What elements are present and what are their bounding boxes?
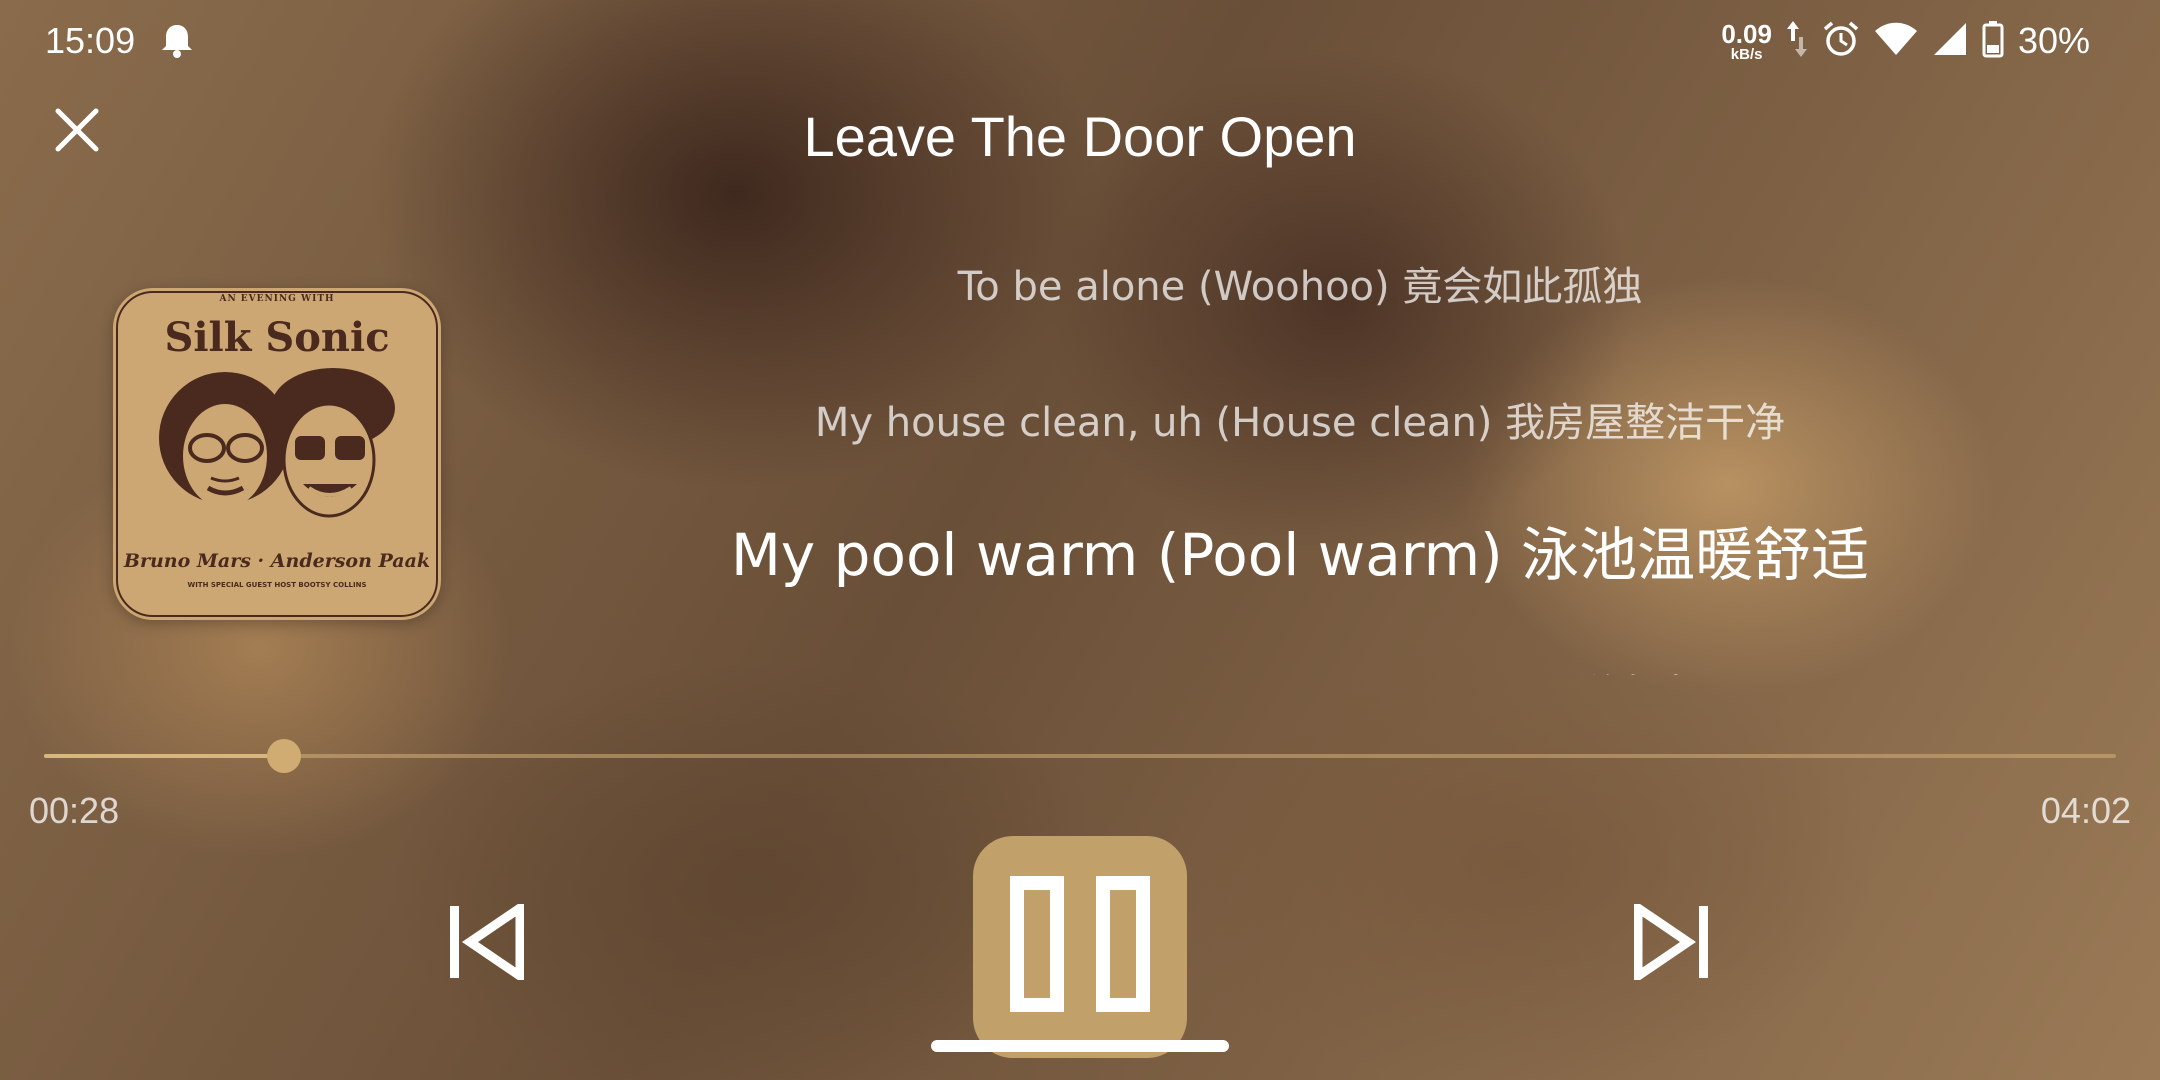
elapsed-time: 00:28: [29, 790, 120, 831]
skip-previous-icon: [450, 899, 525, 985]
pause-icon: [1010, 876, 1150, 1012]
album-art-artists: Bruno Mars · Anderson Paak: [123, 550, 431, 572]
status-time: 15:09: [45, 20, 136, 61]
data-arrows-icon: [1786, 19, 1808, 63]
lyric-line[interactable]: To be alone (Woohoo) 竟会如此孤独: [640, 254, 1960, 312]
previous-button[interactable]: [448, 899, 525, 985]
wifi-icon: [1874, 21, 1918, 61]
network-speed: 0.09 kB/s: [1721, 21, 1772, 62]
skip-next-icon: [1633, 899, 1708, 985]
lyric-line[interactable]: Just shaved, smooth like a baby 刚刚修好胡子: [640, 662, 1960, 675]
progress-thumb[interactable]: [266, 739, 301, 773]
album-art: AN EVENING WITH Silk Sonic Bruno Mars · …: [113, 288, 441, 620]
lyric-line[interactable]: My house clean, uh (House clean) 我房屋整洁干净: [640, 390, 1960, 448]
album-art-subtitle: AN EVENING WITH: [219, 294, 335, 304]
total-time: 04:02: [2040, 790, 2131, 831]
progress-fill: [44, 754, 284, 758]
album-art-title: Silk Sonic: [164, 314, 390, 361]
album-art-credit: WITH SPECIAL GUEST HOST BOOTSY COLLINS: [187, 581, 367, 589]
network-speed-unit: kB/s: [1730, 45, 1763, 63]
lyrics-panel[interactable]: To be alone (Woohoo) 竟会如此孤独 My house cle…: [640, 230, 1960, 675]
alarm-icon: [1822, 20, 1860, 62]
network-speed-value: 0.09: [1721, 18, 1772, 49]
progress-slider[interactable]: [44, 739, 2116, 773]
battery-percent: 30%: [2017, 20, 2090, 61]
status-icons: 0.09 kB/s 30%: [1721, 18, 2090, 64]
song-title: Leave The Door Open: [803, 105, 1357, 168]
bell-icon: [160, 22, 194, 58]
lyric-line-current[interactable]: My pool warm (Pool warm) 泳池温暖舒适: [640, 508, 1960, 592]
battery-icon: [1982, 20, 2004, 62]
status-bar: 15:09 0.09 kB/s 30%: [0, 0, 2160, 80]
pause-button[interactable]: [973, 836, 1187, 1058]
next-button[interactable]: [1633, 899, 1710, 985]
cell-signal-icon: [1932, 21, 1968, 61]
home-indicator[interactable]: [931, 1040, 1229, 1052]
